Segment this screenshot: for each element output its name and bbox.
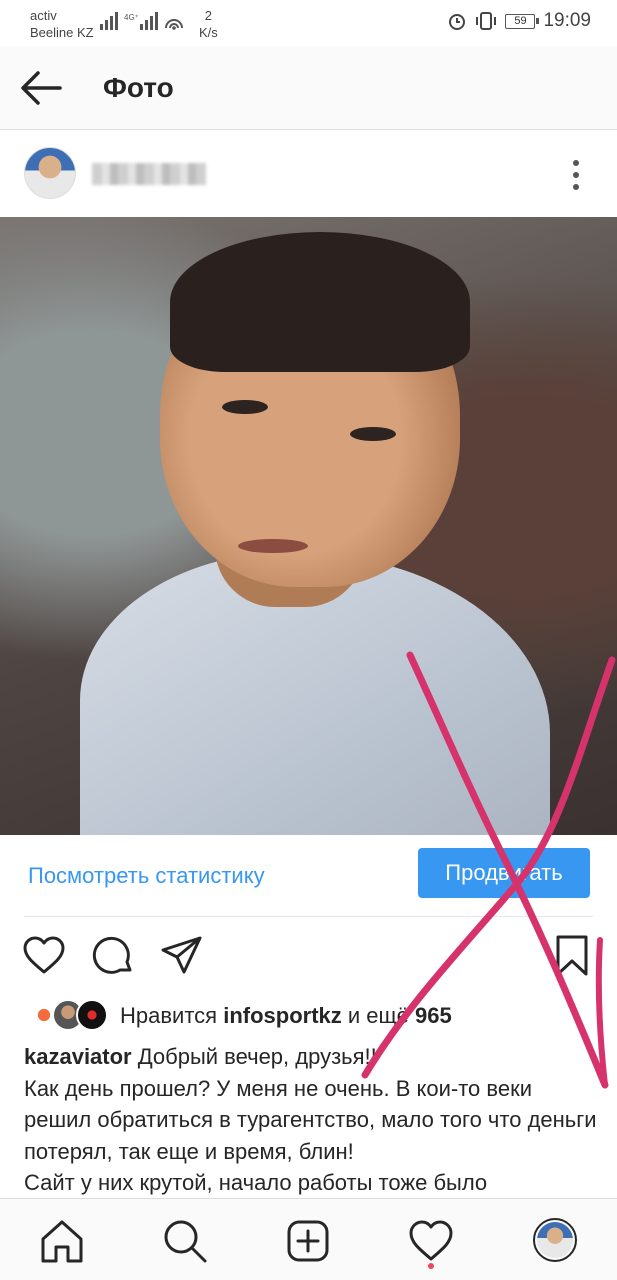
alarm-icon <box>449 14 466 30</box>
caption-author[interactable]: kazaviator <box>24 1044 132 1069</box>
status-right: 59 19:09 <box>447 10 591 32</box>
photo-hair <box>170 232 470 372</box>
bookmark-icon <box>556 935 588 976</box>
caption-line3: Сайт у них крутой, начало работы тоже бы… <box>24 1170 488 1195</box>
page-title: Фото <box>103 72 174 103</box>
caption-line2: Как день прошел? У меня не очень. В кои-… <box>24 1075 597 1164</box>
author-username-blurred[interactable] <box>92 163 206 185</box>
share-button[interactable] <box>160 934 204 978</box>
activity-heart-icon <box>409 1220 453 1261</box>
photo-eye-left <box>222 400 268 414</box>
network-speed: 2 K/s <box>199 8 218 40</box>
nav-search[interactable] <box>161 1217 209 1265</box>
carrier-name: activ Beeline KZ <box>30 7 94 41</box>
add-post-icon <box>287 1220 329 1262</box>
likes-user[interactable]: infosportkz <box>223 1003 342 1028</box>
signal-icons: 4G⁺ <box>100 10 190 39</box>
promote-button[interactable]: Продвигать <box>418 848 590 898</box>
liker-avatar <box>76 999 108 1031</box>
more-options-button[interactable] <box>566 157 586 193</box>
network-type: 4G⁺ <box>124 13 139 22</box>
arrow-left-icon <box>21 71 62 105</box>
likes-count[interactable]: 965 <box>415 1003 452 1028</box>
nav-home[interactable] <box>38 1217 86 1265</box>
divider <box>24 916 593 917</box>
caption-line1: Добрый вечер, друзья!! <box>131 1044 377 1069</box>
likes-row[interactable]: Нравится infosportkz и ещё 965 <box>0 995 617 1035</box>
post-actions <box>0 918 617 996</box>
likes-middle: и ещё <box>341 1003 415 1028</box>
bottom-navigation <box>0 1198 617 1280</box>
status-bar: activ Beeline KZ 4G⁺ 2 K/s 59 19:09 <box>0 0 617 46</box>
comment-button[interactable] <box>92 934 136 978</box>
home-icon <box>41 1220 83 1263</box>
view-insights-link[interactable]: Посмотреть статистику <box>28 863 265 889</box>
insights-row: Посмотреть статистику Продвигать <box>0 835 617 917</box>
vibrate-icon <box>476 12 497 30</box>
post-caption: kazaviator Добрый вечер, друзья!! Как де… <box>24 1041 599 1198</box>
heart-icon <box>23 936 65 974</box>
nav-profile[interactable] <box>533 1218 577 1262</box>
battery-icon: 59 <box>505 13 540 29</box>
likes-text: Нравится infosportkz и ещё 965 <box>120 1003 452 1029</box>
search-icon <box>164 1220 207 1263</box>
photo-mouth <box>238 539 308 553</box>
carrier-line2: Beeline KZ <box>30 25 94 40</box>
save-button[interactable] <box>552 934 596 978</box>
profile-avatar <box>537 1222 573 1258</box>
more-vertical-icon <box>573 160 579 190</box>
notification-dot <box>428 1263 434 1269</box>
share-icon <box>161 936 202 974</box>
likes-prefix: Нравится <box>120 1003 224 1028</box>
photo-eye-right <box>350 427 396 441</box>
back-button[interactable] <box>18 68 64 108</box>
nav-activity[interactable] <box>407 1217 455 1265</box>
carrier-line1: activ <box>30 8 57 23</box>
like-button[interactable] <box>22 934 66 978</box>
post-header <box>0 131 617 217</box>
app-header: Фото <box>0 46 617 130</box>
nav-new-post[interactable] <box>284 1217 332 1265</box>
comment-icon <box>92 936 132 974</box>
post-photo[interactable] <box>0 217 617 835</box>
clock: 19:09 <box>543 10 591 31</box>
author-avatar[interactable] <box>24 147 76 199</box>
